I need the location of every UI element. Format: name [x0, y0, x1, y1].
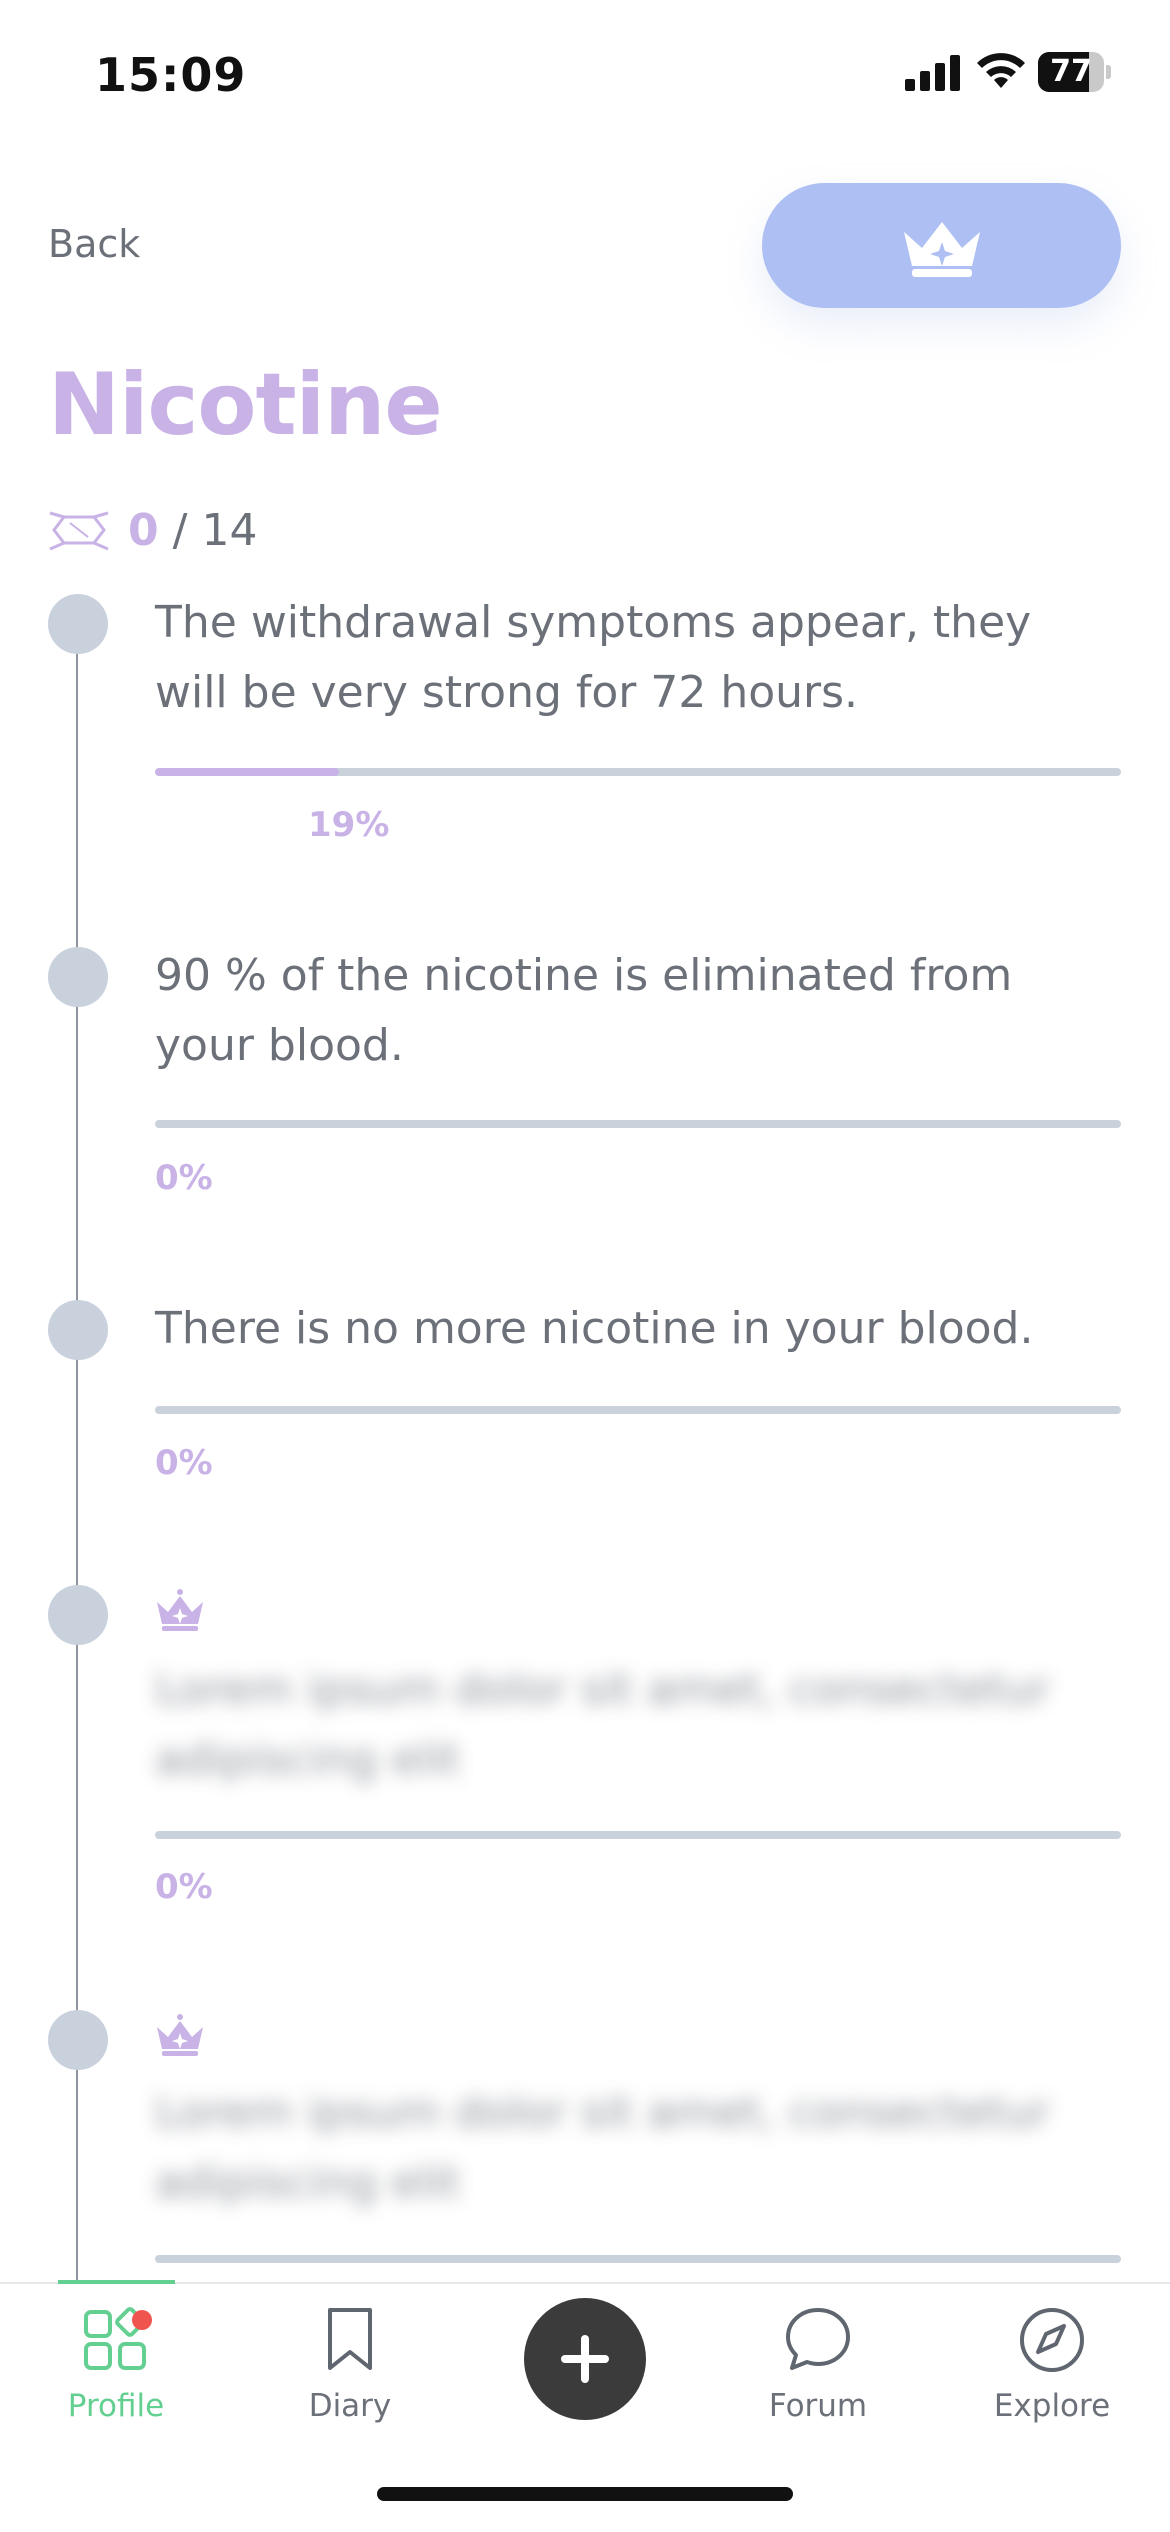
milestone-dot	[48, 947, 108, 1007]
milestone-progress-fill	[155, 768, 339, 776]
milestone-dot	[48, 594, 108, 654]
molecule-icon	[49, 511, 109, 551]
milestone-dot	[48, 2010, 108, 2070]
nav-diary[interactable]: Diary	[260, 2304, 440, 2444]
milestone-percent: 0%	[155, 1443, 213, 1483]
nav-label: Forum	[768, 2388, 868, 2424]
bookmark-icon	[328, 2308, 372, 2370]
home-indicator	[377, 2487, 793, 2501]
milestone-text: 90 % of the nicotine is eliminated from …	[155, 950, 1013, 1071]
nav-label: Diary	[308, 2388, 392, 2424]
milestone-text: There is no more nicotine in your blood.	[155, 1303, 1034, 1354]
milestone-progress-bar	[155, 1120, 1121, 1128]
achievement-counter: 0 / 14	[48, 500, 257, 560]
crown-icon	[157, 2014, 203, 2056]
battery-indicator: 77	[1038, 52, 1111, 92]
achievements-done: 0	[128, 504, 159, 556]
nav-explore[interactable]: Explore	[962, 2304, 1142, 2444]
counter-separator: /	[172, 504, 188, 556]
milestone-dot	[48, 1585, 108, 1645]
nav-forum[interactable]: Forum	[728, 2304, 908, 2444]
cellular-signal-icon	[905, 55, 960, 91]
crown-icon	[157, 1589, 203, 1631]
back-button[interactable]: Back	[48, 222, 140, 266]
milestone-progress-bar	[155, 768, 1121, 776]
chat-bubble-icon	[786, 2308, 850, 2370]
nav-label: Explore	[993, 2388, 1111, 2424]
milestone-percent: 19%	[308, 805, 390, 845]
compass-icon	[1020, 2308, 1084, 2372]
active-tab-indicator	[58, 2280, 175, 2284]
milestone-dot	[48, 1300, 108, 1360]
milestone-progress-bar	[155, 1831, 1121, 1839]
milestone-text: Lorem ipsum dolor sit amet, consectetur …	[155, 2087, 1050, 2208]
milestone-percent: 0%	[155, 1158, 213, 1198]
page-title: Nicotine	[48, 355, 443, 455]
crown-icon	[903, 221, 980, 277]
battery-level: 77	[1050, 54, 1092, 89]
wifi-icon	[977, 53, 1025, 88]
status-time: 15:09	[95, 48, 247, 102]
milestone-progress-bar	[155, 1406, 1121, 1414]
premium-button[interactable]	[762, 183, 1121, 308]
nav-label: Profile	[67, 2388, 165, 2424]
milestone-percent: 0%	[155, 1867, 213, 1907]
milestone-text: Lorem ipsum dolor sit amet, consectetur …	[155, 1664, 1050, 1785]
nav-profile[interactable]: Profile	[26, 2304, 206, 2444]
add-button[interactable]	[524, 2298, 646, 2420]
notification-dot	[132, 2310, 152, 2330]
plus-icon	[561, 2335, 609, 2383]
milestone-text: The withdrawal symptoms appear, they wil…	[155, 597, 1032, 718]
achievements-total: 14	[201, 504, 258, 556]
milestone-progress-bar	[155, 2255, 1121, 2263]
status-bar: 15:09 77	[0, 0, 1170, 150]
